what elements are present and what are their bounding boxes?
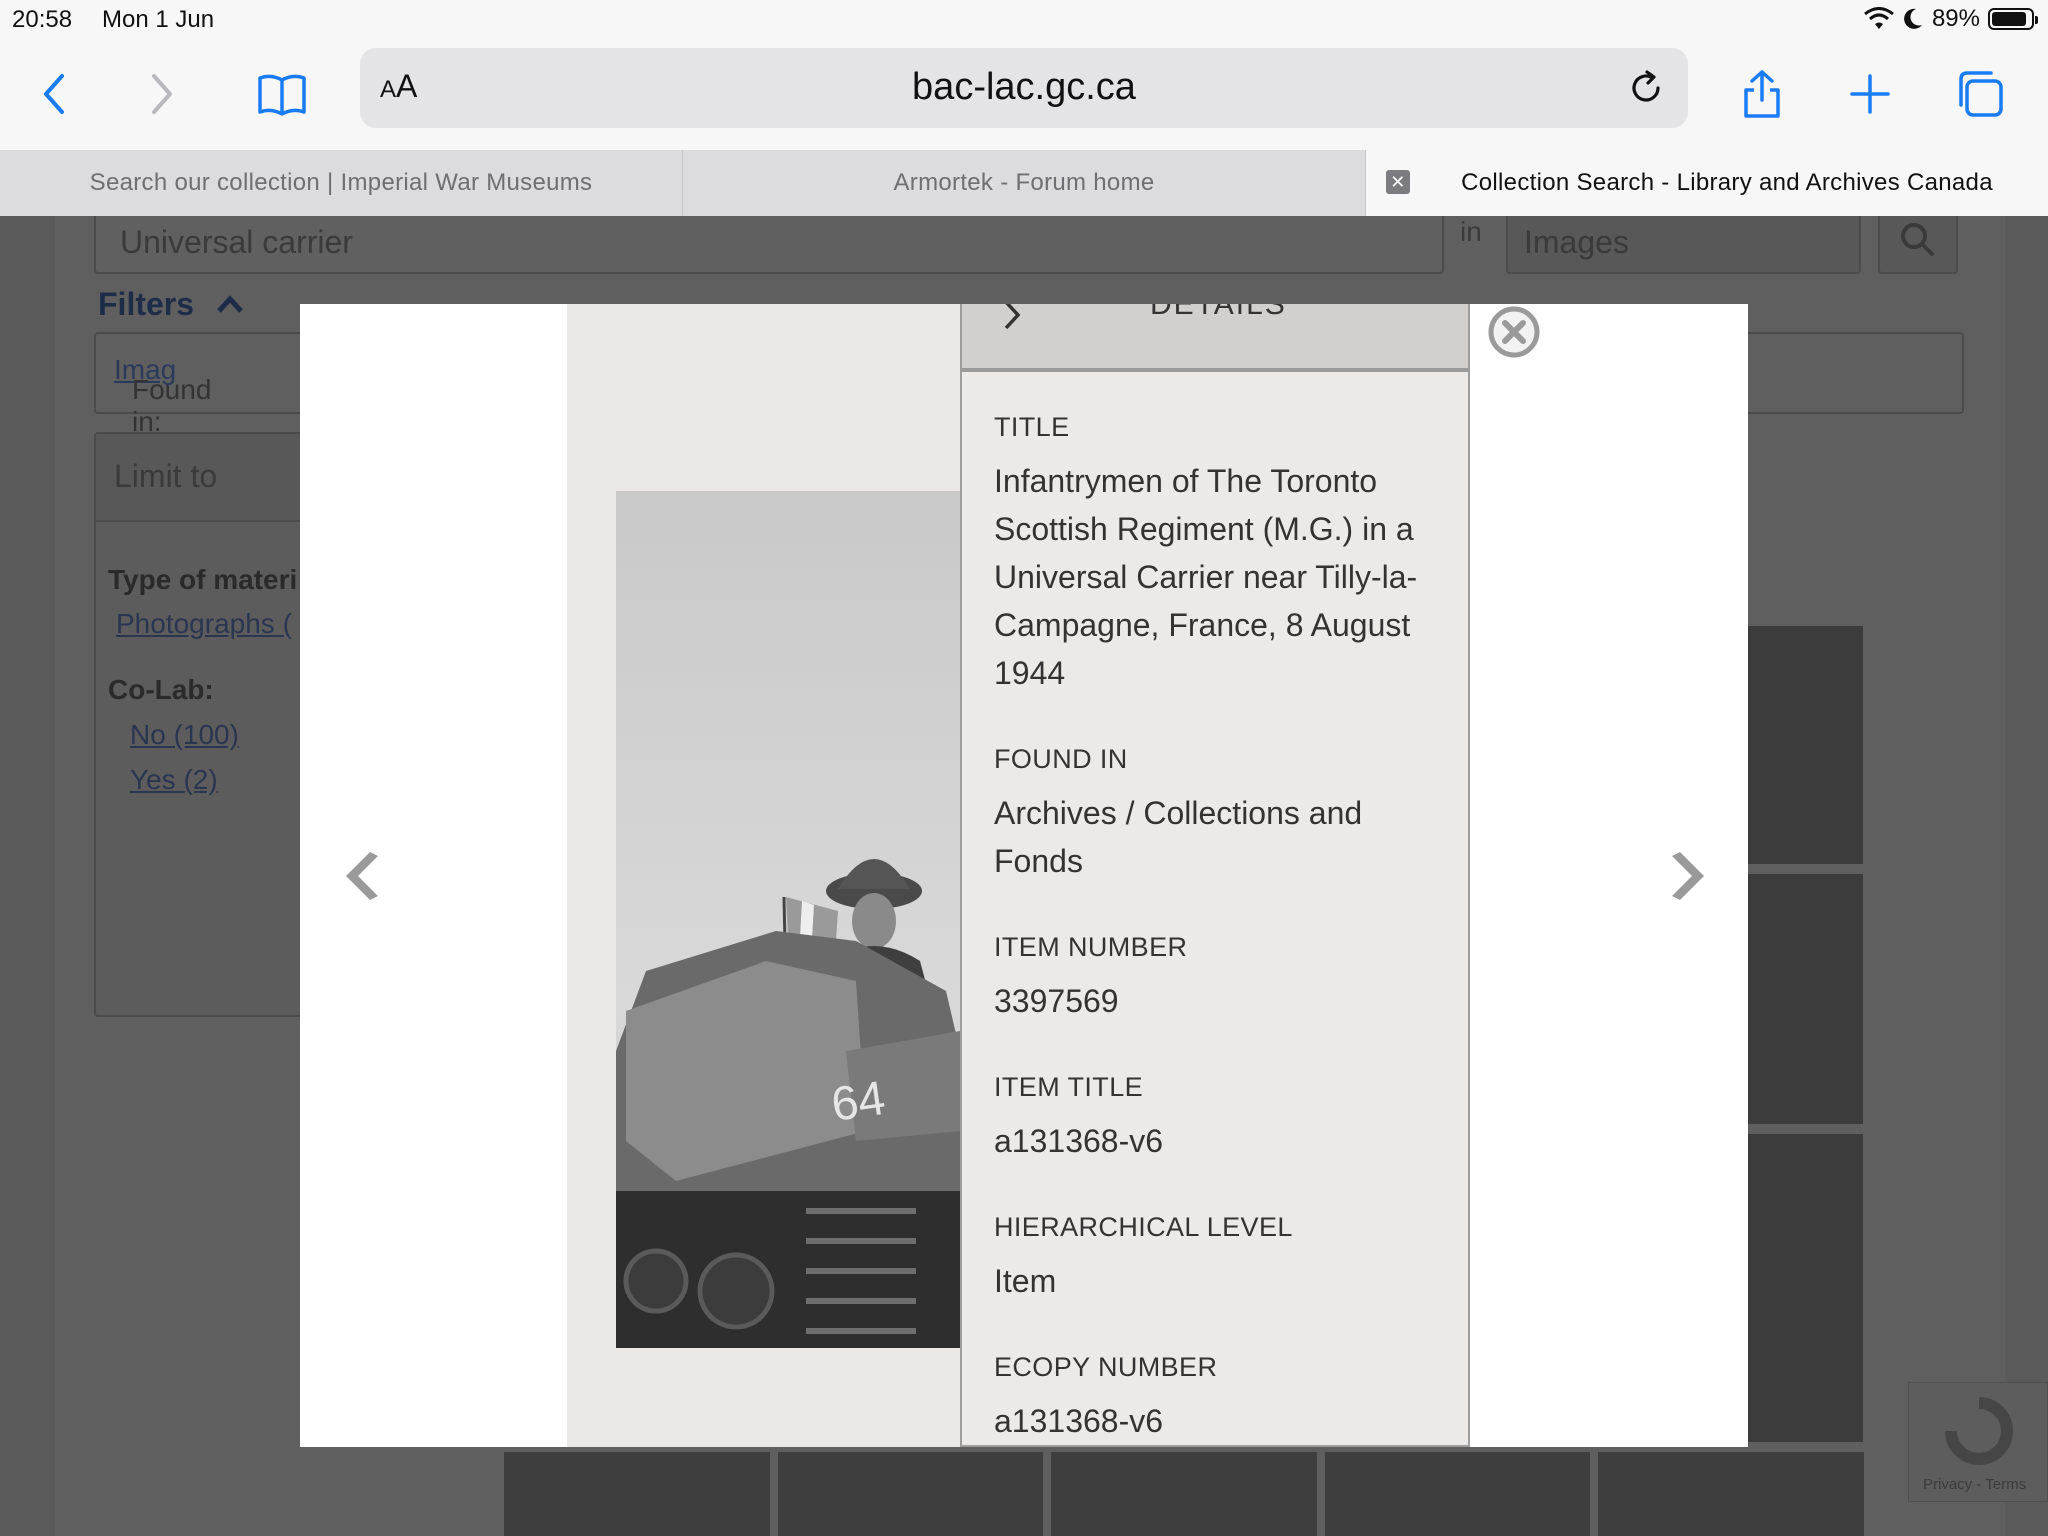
field-label: ITEM TITLE [994, 1072, 1144, 1102]
tab-library-archives-canada[interactable]: ✕ Collection Search - Library and Archiv… [1366, 150, 2048, 216]
field-value: 3397569 [994, 983, 1119, 1019]
result-thumbnail[interactable] [1051, 1452, 1317, 1536]
status-date: Mon 1 Jun [102, 6, 215, 33]
field-label: ITEM NUMBER [994, 932, 1188, 962]
moon-icon [1904, 8, 1922, 29]
chevron-right-icon [1004, 304, 1021, 330]
result-thumbnail[interactable] [1324, 1452, 1591, 1536]
filters-toggle[interactable]: Filters [98, 286, 245, 323]
details-header[interactable]: DETAILS [962, 304, 1468, 372]
bookmarks-icon[interactable] [250, 62, 314, 126]
colab-no-link[interactable]: No (100) [130, 719, 239, 751]
svg-text:64: 64 [828, 1072, 888, 1132]
colab-yes-link[interactable]: Yes (2) [130, 764, 218, 796]
status-bar: 20:58 Mon 1 Jun 89% [0, 0, 2048, 40]
previous-image-arrow[interactable] [330, 844, 394, 908]
result-thumbnails-row [504, 1452, 1864, 1536]
type-of-material-label: Type of materi [108, 564, 298, 595]
field-ecopy-number: ECOPY NUMBER a131368-v6 [994, 1352, 1444, 1445]
archive-photo[interactable]: 64 [616, 491, 960, 1348]
found-in-label: Found in: [132, 374, 212, 437]
result-thumbnail[interactable] [777, 1452, 1044, 1536]
result-thumbnail[interactable] [1598, 1452, 1864, 1536]
field-value: Archives / Collections and Fonds [994, 795, 1363, 879]
tab-overview-icon[interactable] [1948, 62, 2012, 126]
field-title: TITLE Infantrymen of The Toronto Scottis… [994, 412, 1444, 697]
field-value: Infantrymen of The Toronto Scottish Regi… [994, 463, 1418, 691]
wifi-icon [1864, 7, 1894, 29]
close-tab-icon[interactable]: ✕ [1386, 170, 1410, 194]
recaptcha-text[interactable]: Privacy - Terms [1923, 1476, 2026, 1493]
search-button[interactable] [1878, 216, 1958, 274]
tab-imperial-war-museums[interactable]: Search our collection | Imperial War Mus… [0, 150, 683, 216]
search-input[interactable]: Universal carrier [94, 216, 1444, 274]
limit-to-panel: Limit to Type of materi Photographs ( Co… [94, 432, 304, 1017]
reload-icon[interactable] [1624, 66, 1668, 110]
field-value: Item [994, 1263, 1057, 1299]
tab-armortek[interactable]: Armortek - Forum home [683, 150, 1366, 216]
tab-title: Armortek - Forum home [893, 169, 1155, 196]
field-value: a131368-v6 [994, 1403, 1164, 1439]
field-label: FOUND IN [994, 744, 1128, 774]
status-right: 89% [1864, 5, 2038, 33]
result-thumbnail[interactable] [504, 1452, 770, 1536]
tab-title: Collection Search - Library and Archives… [1461, 169, 1993, 196]
close-modal-icon[interactable] [1486, 304, 1542, 360]
browser-toolbar: AA bac-lac.gc.ca [0, 40, 2048, 150]
scope-select[interactable]: Images [1506, 216, 1861, 274]
photo-image: 64 [616, 491, 960, 1348]
next-image-arrow[interactable] [1656, 844, 1720, 908]
result-thumbnail[interactable] [1748, 1134, 1863, 1442]
url-text[interactable]: bac-lac.gc.ca [360, 66, 1688, 109]
tab-title: Search our collection | Imperial War Mus… [89, 169, 593, 196]
address-bar[interactable]: AA bac-lac.gc.ca [360, 48, 1688, 128]
in-label: in [1460, 216, 1482, 247]
field-label: HIERARCHICAL LEVEL [994, 1212, 1293, 1242]
result-thumbnail[interactable] [1748, 874, 1863, 1124]
field-found-in: FOUND IN Archives / Collections and Fond… [994, 744, 1444, 885]
back-icon[interactable] [22, 62, 86, 126]
details-title: DETAILS [1150, 304, 1287, 321]
share-icon[interactable] [1730, 62, 1794, 126]
search-icon [1901, 223, 1934, 256]
details-panel: DETAILS TITLE Infantrymen of The Toronto… [960, 304, 1470, 1447]
battery-icon [1988, 8, 2038, 30]
battery-percent: 89% [1931, 5, 1980, 32]
filters-label: Filters [98, 286, 195, 322]
result-thumbnails-column [1748, 626, 1863, 1452]
result-thumbnail[interactable] [1748, 626, 1863, 864]
field-label: ECOPY NUMBER [994, 1352, 1218, 1382]
status-time: 20:58 [12, 6, 73, 33]
field-value: a131368-v6 [994, 1123, 1164, 1159]
limit-to-header[interactable]: Limit to [96, 434, 302, 522]
chevron-up-icon [217, 295, 243, 313]
field-hierarchical-level: HIERARCHICAL LEVEL Item [994, 1212, 1444, 1305]
image-viewer-modal: 64 DETAILS TITLE Infantrymen of The Toro… [300, 304, 1748, 1447]
recaptcha-badge[interactable]: Privacy - Terms [1908, 1382, 2048, 1502]
forward-icon[interactable] [130, 62, 194, 126]
colab-label: Co-Lab: [108, 674, 214, 705]
field-label: TITLE [994, 412, 1070, 442]
tab-bar: Search our collection | Imperial War Mus… [0, 150, 2048, 216]
field-item-title: ITEM TITLE a131368-v6 [994, 1072, 1444, 1165]
photographs-link[interactable]: Photographs ( [116, 608, 292, 640]
recaptcha-icon [1945, 1397, 2013, 1465]
new-tab-icon[interactable] [1838, 62, 1902, 126]
field-item-number: ITEM NUMBER 3397569 [994, 932, 1444, 1025]
